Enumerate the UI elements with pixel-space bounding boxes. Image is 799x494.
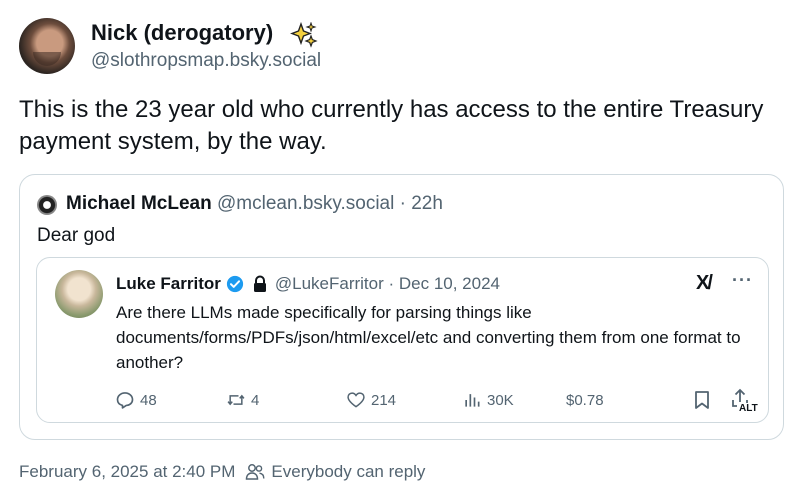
post-footer: February 6, 2025 at 2:40 PM Everybody ca… (19, 462, 425, 482)
embedded-author-name[interactable]: Luke Farritor (116, 274, 221, 294)
heart-icon (347, 392, 365, 408)
quote-author-avatar[interactable] (37, 195, 57, 215)
views-action[interactable]: 30K (462, 388, 514, 412)
more-options-icon[interactable]: ··· (732, 270, 753, 291)
sparkles-icon (290, 22, 318, 48)
embedded-author-handle-date[interactable]: @LukeFarritor · Dec 10, 2024 (275, 274, 500, 294)
reply-setting[interactable]: Everybody can reply (271, 462, 425, 482)
quote-age: 22h (411, 193, 443, 214)
embedded-author-avatar[interactable] (55, 270, 103, 318)
post-timestamp[interactable]: February 6, 2025 at 2:40 PM (19, 462, 235, 482)
bookmark-icon[interactable] (693, 390, 711, 410)
views-icon (465, 394, 480, 407)
quote-text: Dear god (37, 225, 116, 246)
quote-author-name[interactable]: Michael McLean (66, 193, 212, 214)
reply-icon (116, 392, 134, 409)
alt-badge[interactable]: ALT (737, 403, 760, 415)
reply-count: 48 (140, 391, 157, 409)
post-author-handle[interactable]: @slothropsmap.bsky.social (91, 50, 321, 72)
like-count: 214 (371, 391, 397, 409)
views-count: 30K (487, 391, 514, 409)
quote-author-handle[interactable]: @mclean.bsky.social (217, 193, 394, 214)
grok-icon[interactable]: X/ (696, 272, 713, 295)
like-action[interactable]: 214 (346, 388, 396, 412)
post-text: This is the 23 year old who currently ha… (19, 96, 764, 155)
quote-header: Michael McLean @mclean.bsky.social · 22h (66, 193, 443, 215)
verified-badge-icon (226, 275, 243, 293)
embedded-tweet-text: Are there LLMs made specifically for par… (116, 303, 741, 372)
people-icon (246, 464, 265, 480)
repost-icon (227, 394, 245, 406)
post-author-avatar[interactable] (19, 18, 75, 74)
embedded-header: Luke Farritor @LukeFarritor · Dec 10, 20… (116, 274, 500, 294)
repost-count: 4 (251, 391, 260, 409)
quote-card[interactable]: Michael McLean @mclean.bsky.social · 22h… (19, 174, 784, 440)
embedded-actions-bar: 48 4 214 30K $0.78 ALT (37, 388, 770, 415)
repost-action[interactable]: 4 (226, 388, 259, 412)
price-value: $0.78 (566, 391, 604, 409)
lock-icon (253, 275, 266, 292)
reply-action[interactable]: 48 (115, 388, 157, 412)
quote-separator: · (394, 193, 412, 214)
post-author-name[interactable]: Nick (derogatory) (91, 20, 273, 46)
embedded-tweet-card[interactable]: Luke Farritor @LukeFarritor · Dec 10, 20… (36, 257, 769, 423)
